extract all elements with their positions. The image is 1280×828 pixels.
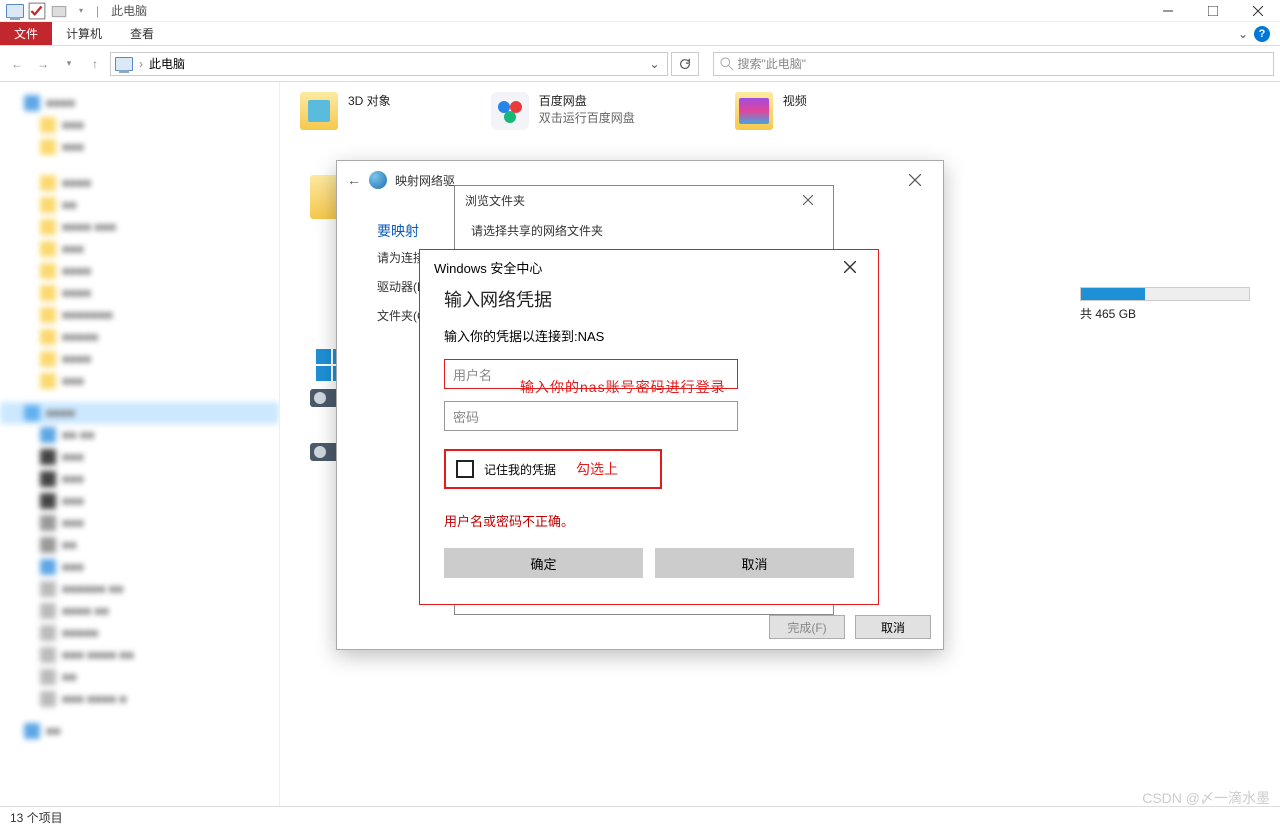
browse-subtext: 请选择共享的网络文件夹 [455,214,833,247]
close-button[interactable] [1235,0,1280,22]
tab-file[interactable]: 文件 [0,22,52,45]
disk-usage: 共 465 GB [1080,287,1250,322]
tab-computer[interactable]: 计算机 [52,22,116,45]
breadcrumb-sep: › [139,57,143,71]
folder-icon [735,92,773,130]
disk-bar [1080,287,1250,301]
ribbon-tabs: 文件 计算机 查看 ⌄ ? [0,22,1280,46]
search-placeholder: 搜索"此电脑" [738,55,807,72]
pc-icon [6,2,24,20]
search-icon [720,57,734,71]
search-input[interactable]: 搜索"此电脑" [713,52,1275,76]
help-icon[interactable]: ? [1254,26,1270,42]
minimize-button[interactable] [1145,0,1190,22]
wizard-back-icon[interactable]: ← [347,172,361,188]
password-placeholder: 密码 [453,407,479,426]
remember-checkbox-wrap: 记住我的凭据 勾选上 [444,449,662,489]
globe-icon [369,171,387,189]
folder-3d-objects[interactable]: 3D 对象 [300,92,391,130]
windows-security-dialog: Windows 安全中心 输入网络凭据 输入你的凭据以连接到:NAS 用户名 密… [419,249,879,605]
remember-label: 记住我的凭据 [484,461,556,478]
folder-icon [300,92,338,130]
password-field[interactable]: 密码 [444,401,738,431]
security-title: Windows 安全中心 [434,258,542,277]
quick-access-toolbar: ▾ | 此电脑 [0,2,153,20]
forward-button[interactable]: → [32,53,54,75]
security-heading: 输入网络凭据 [444,286,854,312]
browse-close-button[interactable] [793,190,823,210]
cancel-button[interactable]: 取消 [655,548,854,578]
titlebar: ▾ | 此电脑 [0,0,1280,22]
security-error: 用户名或密码不正确。 [444,511,854,530]
annotation-user: 输入你的nas账号密码进行登录 [520,377,726,397]
dropdown-icon[interactable]: ▾ [72,2,90,20]
ribbon-collapse-icon[interactable]: ⌄ [1238,27,1248,41]
pc-icon [115,57,133,71]
address-bar[interactable]: › 此电脑 ⌄ [110,52,668,76]
up-button[interactable]: ↑ [84,53,106,75]
watermark: CSDN @〆一滴水墨 [1142,788,1270,808]
folder-label: 百度网盘 [539,92,635,109]
checkbox-icon[interactable] [28,2,46,20]
cancel-button[interactable]: 取消 [855,615,931,639]
folder-label: 3D 对象 [348,92,391,109]
nav-sidebar: ■■■■ ■■■ ■■■ ■■■■ ■■ ■■■■ ■■■ ■■■ ■■■■ ■… [0,82,280,806]
wizard-close-button[interactable] [897,168,933,192]
recent-dropdown[interactable]: ▾ [58,53,80,75]
username-placeholder: 用户名 [453,365,492,384]
folder-videos[interactable]: 视频 [735,92,807,130]
disk-label: 共 465 GB [1080,305,1250,322]
finish-button[interactable]: 完成(F) [769,615,845,639]
address-dropdown-icon[interactable]: ⌄ [647,53,663,75]
maximize-button[interactable] [1190,0,1235,22]
security-subtext: 输入你的凭据以连接到:NAS [444,326,854,345]
back-button[interactable]: ← [6,53,28,75]
security-close-button[interactable] [836,256,864,278]
window-title: 此电脑 [111,2,147,19]
window-controls [1145,0,1280,22]
annotation-check: 勾选上 [576,459,618,479]
refresh-button[interactable] [671,52,699,76]
separator: | [96,4,99,18]
browse-title: 浏览文件夹 [465,192,525,209]
wizard-title: 映射网络驱 [395,172,455,189]
tab-view[interactable]: 查看 [116,22,168,45]
navigation-bar: ← → ▾ ↑ › 此电脑 ⌄ 搜索"此电脑" [0,46,1280,82]
new-folder-icon[interactable] [50,2,68,20]
folder-baidu[interactable]: 百度网盘 双击运行百度网盘 [491,92,635,130]
baidu-icon [491,92,529,130]
ok-button[interactable]: 确定 [444,548,643,578]
status-bar: 13 个项目 [0,806,1280,828]
folder-sublabel: 双击运行百度网盘 [539,109,635,126]
remember-checkbox[interactable] [456,460,474,478]
folder-label: 视频 [783,92,807,109]
status-item-count: 13 个项目 [10,809,63,826]
breadcrumb-location[interactable]: 此电脑 [149,55,185,72]
